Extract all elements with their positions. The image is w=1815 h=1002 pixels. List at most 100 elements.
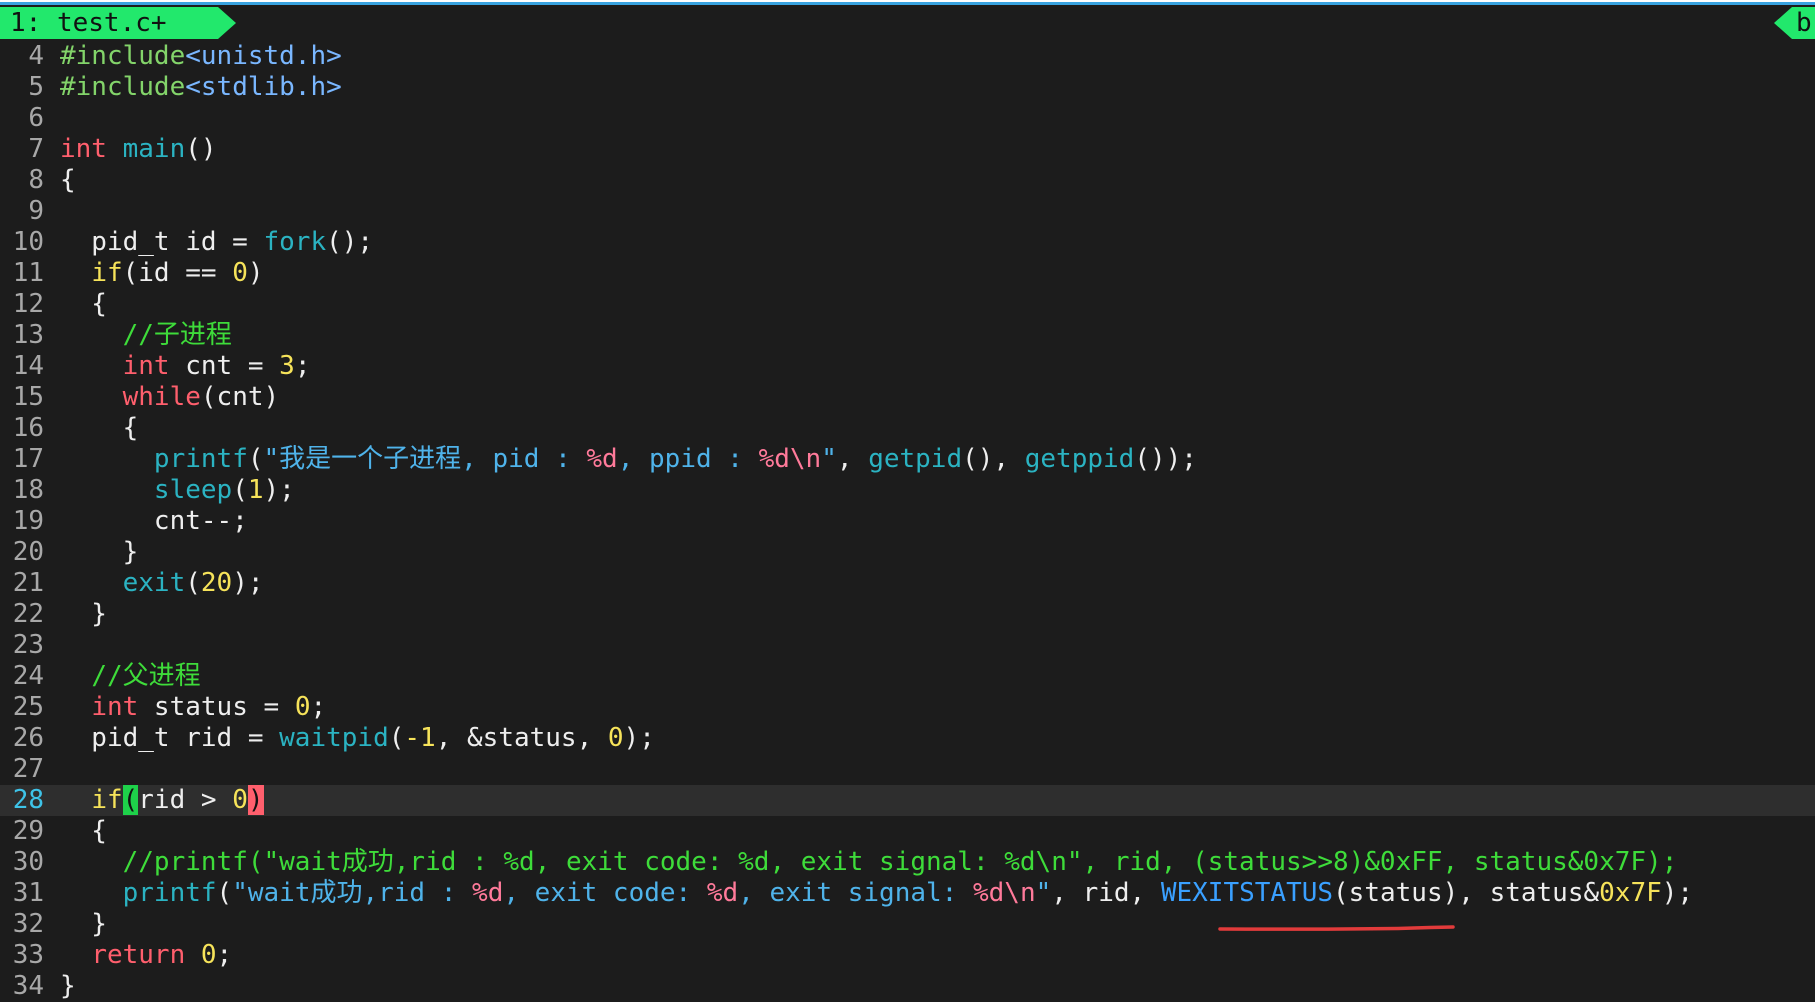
line-code[interactable]: if(id == 0) xyxy=(60,258,264,289)
code-token: waitpid xyxy=(279,723,389,753)
code-line[interactable]: 24 //父进程 xyxy=(0,661,1815,692)
code-line[interactable]: 11 if(id == 0) xyxy=(0,258,1815,289)
line-code[interactable]: printf("我是一个子进程, pid : %d, ppid : %d\n",… xyxy=(60,444,1197,475)
code-line[interactable]: 23 xyxy=(0,630,1815,661)
code-line[interactable]: 6 xyxy=(0,103,1815,134)
current-code-line[interactable]: 28 if(rid > 0) xyxy=(0,785,1815,816)
line-code[interactable]: int status = 0; xyxy=(60,692,326,723)
code-line[interactable]: 25 int status = 0; xyxy=(0,692,1815,723)
line-number: 22 xyxy=(12,599,44,629)
line-code[interactable]: #include<stdlib.h> xyxy=(60,72,342,103)
code-line[interactable]: 15 while(cnt) xyxy=(0,382,1815,413)
code-token: if xyxy=(91,258,123,288)
code-token: printf xyxy=(153,444,248,474)
code-token: while xyxy=(122,382,201,412)
code-line[interactable]: 22 } xyxy=(0,599,1815,630)
line-number: 31 xyxy=(12,878,44,908)
code-line[interactable]: 33 return 0; xyxy=(0,940,1815,971)
code-token: %d\n xyxy=(758,444,822,474)
code-line[interactable]: 29 { xyxy=(0,816,1815,847)
code-line[interactable]: 5 #include<stdlib.h> xyxy=(0,72,1815,103)
code-token: ) xyxy=(247,258,264,288)
code-token: int xyxy=(91,692,139,722)
code-line[interactable]: 7 int main() xyxy=(0,134,1815,165)
code-token: int xyxy=(60,134,107,164)
line-number: 21 xyxy=(12,568,44,598)
code-line[interactable]: 8{ xyxy=(0,165,1815,196)
code-line[interactable]: 27 xyxy=(0,754,1815,785)
code-token: (); xyxy=(326,227,374,257)
code-token: "wait成功,rid : xyxy=(232,878,473,908)
code-line[interactable]: 31 printf("wait成功,rid : %d, exit code: %… xyxy=(0,878,1815,909)
code-line[interactable]: 18 sleep(1); xyxy=(0,475,1815,506)
line-code[interactable]: } xyxy=(60,599,107,630)
line-code[interactable]: } xyxy=(60,971,76,1002)
code-line[interactable]: 9 xyxy=(0,196,1815,227)
code-line[interactable]: 16 { xyxy=(0,413,1815,444)
code-line[interactable]: 30 //printf("wait成功,rid : %d, exit code:… xyxy=(0,847,1815,878)
code-line[interactable]: 13 //子进程 xyxy=(0,320,1815,351)
code-token: 1 xyxy=(247,475,264,505)
code-line[interactable]: 10 pid_t id = fork(); xyxy=(0,227,1815,258)
code-line[interactable]: 21 exit(20); xyxy=(0,568,1815,599)
line-code[interactable]: int main() xyxy=(60,134,217,165)
code-token: if xyxy=(91,785,123,815)
code-line[interactable]: 32 } xyxy=(0,909,1815,940)
code-token: } xyxy=(60,971,76,1001)
line-number: 15 xyxy=(12,382,44,412)
code-token: %d\n xyxy=(972,878,1036,908)
code-token: int xyxy=(122,351,170,381)
line-code[interactable]: pid_t id = fork(); xyxy=(60,227,373,258)
line-code[interactable]: { xyxy=(60,816,107,847)
tab-test-c[interactable]: 1: test.c+ xyxy=(0,7,218,39)
line-code[interactable]: { xyxy=(60,289,107,320)
code-line[interactable]: 12 { xyxy=(0,289,1815,320)
code-token: //父进程 xyxy=(91,661,201,691)
line-code[interactable]: printf("wait成功,rid : %d, exit code: %d, … xyxy=(60,878,1693,909)
code-token: { xyxy=(60,413,139,443)
code-line[interactable]: 26 pid_t rid = waitpid(-1, &status, 0); xyxy=(0,723,1815,754)
line-code[interactable]: } xyxy=(60,537,139,568)
line-code[interactable]: exit(20); xyxy=(60,568,264,599)
code-token: %d xyxy=(706,878,739,908)
line-code[interactable]: //printf("wait成功,rid : %d, exit code: %d… xyxy=(60,847,1678,878)
code-line[interactable]: 4 #include<unistd.h> xyxy=(0,41,1815,72)
code-token: 20 xyxy=(200,568,233,598)
line-code[interactable]: cnt--; xyxy=(60,506,248,537)
code-token: pid_t rid = xyxy=(60,723,280,753)
tabline-right-arrow xyxy=(1774,7,1792,39)
tab-buffers-indicator[interactable]: b xyxy=(1792,7,1815,39)
code-line[interactable]: 14 int cnt = 3; xyxy=(0,351,1815,382)
line-code[interactable]: pid_t rid = waitpid(-1, &status, 0); xyxy=(60,723,655,754)
line-number: 27 xyxy=(12,754,44,784)
code-editor[interactable]: 4 #include<unistd.h> 5 #include<stdlib.h> 6 7… xyxy=(0,41,1815,1002)
line-code[interactable]: #include<unistd.h> xyxy=(60,41,342,72)
line-code[interactable]: //父进程 xyxy=(60,661,201,692)
code-token: exit xyxy=(122,568,186,598)
code-line[interactable]: 34} xyxy=(0,971,1815,1002)
line-code[interactable]: int cnt = 3; xyxy=(60,351,311,382)
line-code[interactable]: return 0; xyxy=(60,940,232,971)
line-code[interactable]: while(cnt) xyxy=(60,382,280,413)
code-token: 3 xyxy=(279,351,295,381)
line-code[interactable]: sleep(1); xyxy=(60,475,295,506)
code-line[interactable]: 19 cnt--; xyxy=(0,506,1815,537)
line-code[interactable]: //子进程 xyxy=(60,320,232,351)
line-code[interactable]: if(rid > 0) xyxy=(60,785,264,816)
code-line[interactable]: 20 } xyxy=(0,537,1815,568)
line-code[interactable]: { xyxy=(60,413,139,444)
code-token: (), xyxy=(962,444,1025,474)
line-number: 17 xyxy=(12,444,44,474)
tab-separator-arrow xyxy=(218,7,236,39)
line-code[interactable]: } xyxy=(60,909,107,940)
code-token: #include xyxy=(60,72,186,102)
line-code[interactable]: { xyxy=(60,165,76,196)
code-token: ( xyxy=(122,785,139,815)
line-number: 9 xyxy=(28,196,44,226)
code-line[interactable]: 17 printf("我是一个子进程, pid : %d, ppid : %d\… xyxy=(0,444,1815,475)
